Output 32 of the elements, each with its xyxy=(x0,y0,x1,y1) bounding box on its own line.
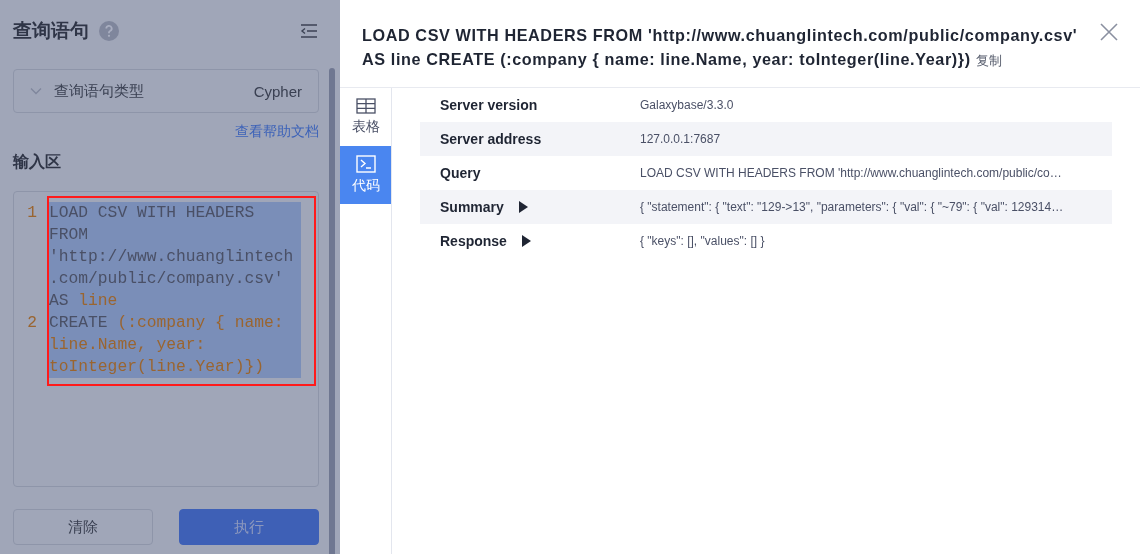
drawer-title: LOAD CSV WITH HEADERS FROM 'http://www.chuanglintech.com/public/company.csv' AS line CREATE (:company { name: line.Name, year: toInteger(line.Year)}) 复制 xyxy=(362,25,1079,70)
code-editor[interactable]: 1 LOAD CSV WITH HEADERS FROM 'http://www.chuanglintech.com/public/company.csv' AS line 2 CREATE (:company { name: line.Name, year: toInteger(line.Year)}) xyxy=(13,191,319,487)
view-tab[interactable]: 表格 xyxy=(340,88,391,146)
line-number: 2 xyxy=(26,312,38,334)
row-key: Summary xyxy=(440,199,504,215)
copy-link[interactable]: 复制 xyxy=(975,53,1002,68)
terminal-icon xyxy=(355,155,376,173)
row-value: 127.0.0.1:7687 xyxy=(640,132,721,146)
row-key: Response xyxy=(440,233,507,249)
query-type-select[interactable]: 查询语句类型 Cypher xyxy=(13,69,319,113)
view-tab[interactable]: 代码 xyxy=(340,146,391,204)
panel-title: 查询语句 xyxy=(13,19,89,43)
clear-button[interactable]: 清除 xyxy=(13,509,153,545)
expand-icon[interactable] xyxy=(520,235,531,247)
row-key: Query xyxy=(440,165,481,181)
section-heading: 输入区 xyxy=(13,152,62,172)
select-label: 查询语句类型 xyxy=(54,81,144,101)
help-icon[interactable] xyxy=(99,21,119,41)
row-value: { "statement": { "text": "129->13", "parameters": { "val": { "~79": { "val": 129314… xyxy=(640,200,1064,214)
collapse-icon[interactable] xyxy=(299,23,319,39)
help-link[interactable]: 查看帮助文档 xyxy=(235,123,319,141)
row-key: Server address xyxy=(440,131,542,147)
row-key: Server version xyxy=(440,97,538,113)
close-icon[interactable] xyxy=(1100,23,1118,41)
row-value: LOAD CSV WITH HEADERS FROM 'http://www.chuanglintech.com/public/co… xyxy=(640,166,1062,180)
expand-icon[interactable] xyxy=(517,201,528,213)
row-value: { "keys": [], "values": [] } xyxy=(640,234,765,248)
line-number: 1 xyxy=(26,202,38,224)
row-value: Galaxybase/3.3.0 xyxy=(640,98,734,112)
select-value: Cypher xyxy=(253,82,302,100)
table-icon xyxy=(355,98,376,114)
scrollbar[interactable] xyxy=(329,68,335,554)
